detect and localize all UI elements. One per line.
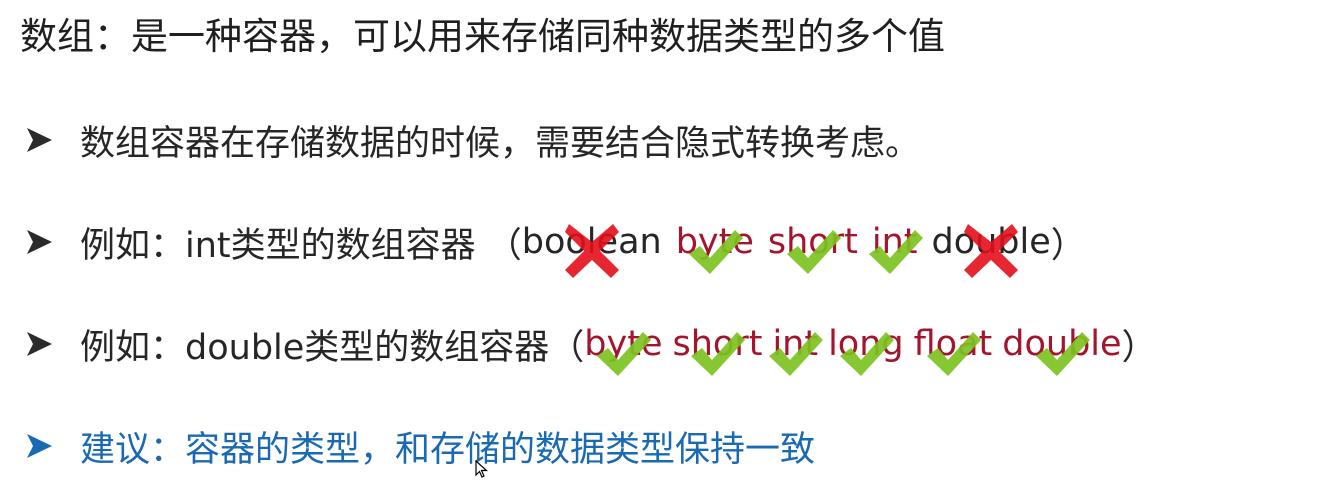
- bullet-text: 数组容器在存储数据的时候，需要结合隐式转换考虑。: [80, 123, 921, 164]
- type-word: int: [769, 324, 824, 376]
- type-label: byte: [675, 222, 754, 262]
- arrow-bullet-icon: [22, 225, 56, 259]
- type-label: int: [772, 324, 819, 364]
- type-word: long: [828, 324, 904, 376]
- bullet-suffix: ）: [1121, 327, 1157, 368]
- bullet-suggestion: 建议：容器的类型，和存储的数据类型保持一致: [22, 418, 815, 474]
- type-word: double: [1002, 324, 1122, 376]
- type-word: double: [931, 222, 1051, 278]
- bullet-prefix: 例如：int类型的数组容器 （: [80, 225, 522, 266]
- type-label: long: [828, 324, 904, 364]
- type-word: short: [767, 222, 858, 274]
- arrow-bullet-icon: [22, 429, 56, 463]
- type-label: float: [913, 324, 993, 364]
- bullet-prefix: 例如：double类型的数组容器（: [80, 327, 585, 368]
- bullet-int-example: 例如：int类型的数组容器 （ boolean byte short int doubl…: [22, 214, 1086, 278]
- arrow-bullet-icon: [22, 123, 56, 157]
- type-word: int: [868, 222, 923, 274]
- type-label: int: [871, 222, 918, 262]
- type-label: double: [931, 222, 1051, 262]
- type-label: short: [672, 324, 763, 364]
- type-word: float: [913, 324, 993, 376]
- slide-title: 数组：是一种容器，可以用来存储同种数据类型的多个值: [20, 15, 945, 58]
- type-label: short: [767, 222, 858, 262]
- type-word: boolean: [521, 222, 662, 278]
- type-word: short: [672, 324, 763, 376]
- mouse-cursor-icon: [475, 459, 489, 478]
- bullet-implicit-conversion: 数组容器在存储数据的时候，需要结合隐式转换考虑。: [22, 112, 920, 168]
- type-word: byte: [675, 222, 754, 274]
- bullet-double-example: 例如：double类型的数组容器（ byte short int long float d…: [22, 316, 1157, 376]
- type-list: boolean byte short int double: [521, 222, 1051, 278]
- type-list: byte short int long float double: [584, 324, 1122, 376]
- arrow-bullet-icon: [22, 327, 56, 361]
- type-label: boolean: [521, 222, 662, 262]
- type-label: byte: [584, 324, 663, 364]
- type-word: byte: [584, 324, 663, 376]
- bullet-text: 建议：容器的类型，和存储的数据类型保持一致: [80, 429, 816, 470]
- bullet-suffix: ）: [1050, 225, 1086, 266]
- type-label: double: [1002, 324, 1122, 364]
